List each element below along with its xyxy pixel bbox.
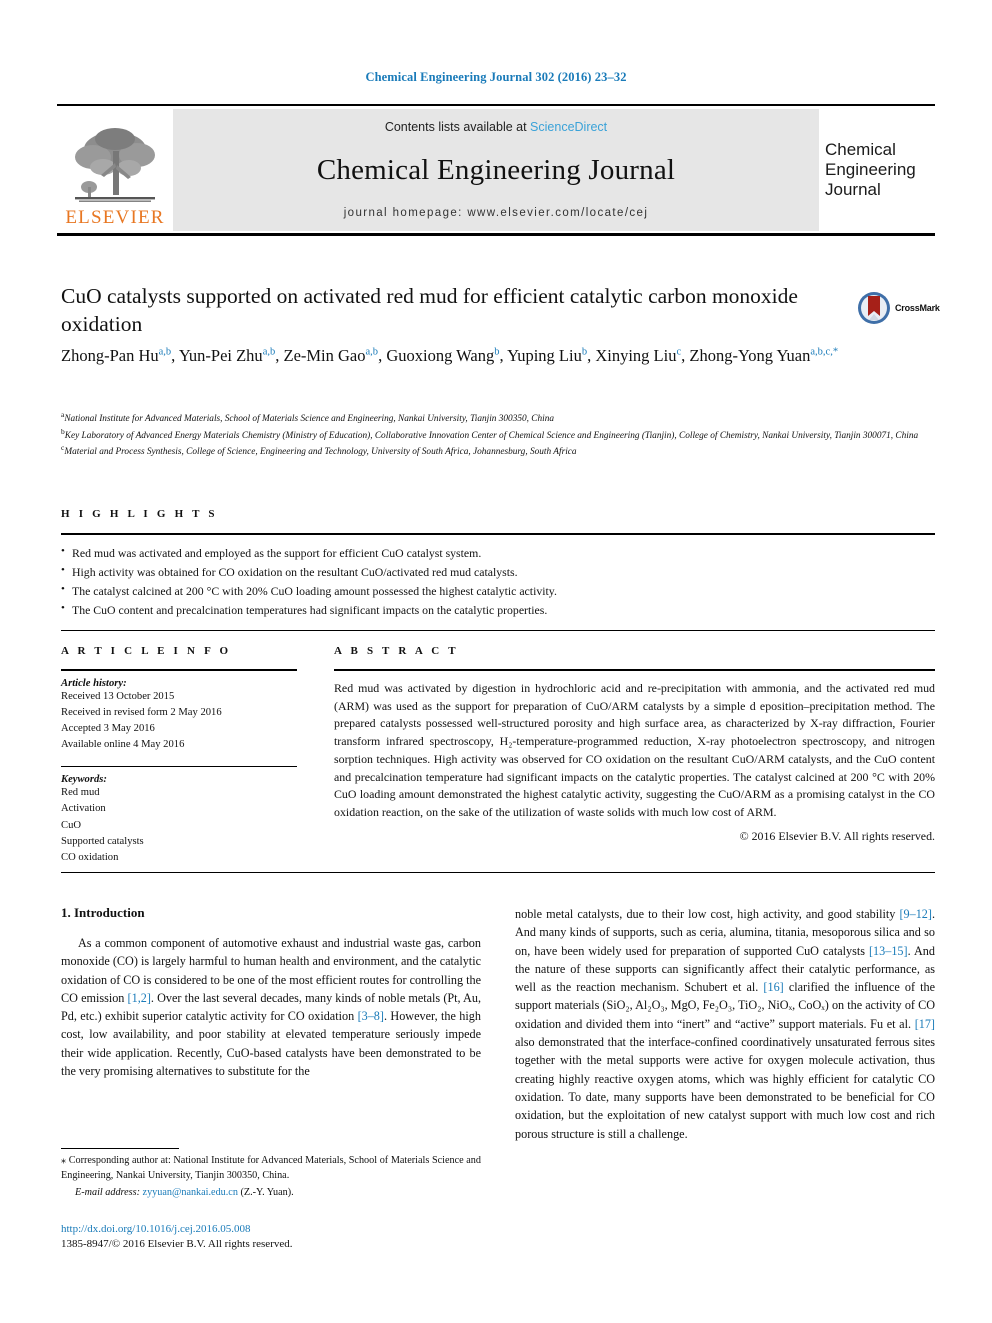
body-top-rule	[61, 872, 935, 873]
abstract-section: A B S T R A C T Red mud was activated by…	[334, 645, 935, 844]
author-name: Zhong-Yong Yuan	[689, 346, 811, 365]
author-affiliation-marker: c	[676, 346, 682, 358]
article-info-section: A R T I C L E I N F O Article history: R…	[61, 645, 297, 866]
author-name: Ze-Min Gao	[283, 346, 366, 365]
corresponding-author-note: ⁎ Corresponding author at: National Inst…	[61, 1155, 481, 1181]
affiliation-list: aNational Institute for Advanced Materia…	[61, 410, 941, 460]
highlight-item: The catalyst calcined at 200 °C with 20%…	[61, 581, 935, 601]
issn-copyright-line: 1385-8947/© 2016 Elsevier B.V. All right…	[61, 1238, 293, 1251]
citation-link[interactable]: [17]	[915, 1017, 935, 1031]
author-affiliation-marker: b	[581, 346, 588, 358]
article-history-item: Received 13 October 2015	[61, 691, 175, 702]
email-line: E-mail address: zyyuan@nankai.edu.cn (Z.…	[61, 1185, 481, 1200]
body-column-right: noble metal catalysts, due to their low …	[515, 905, 935, 1143]
crossmark-badge-group[interactable]: CrossMark	[857, 288, 953, 328]
doi-link[interactable]: http://dx.doi.org/10.1016/j.cej.2016.05.…	[61, 1222, 491, 1237]
keyword-item: Red mud	[61, 787, 100, 799]
abstract-label: A B S T R A C T	[334, 645, 459, 657]
affiliation-marker: b	[61, 426, 65, 436]
author-name: Yuping Liu	[507, 346, 582, 365]
contents-available-line: Contents lists available at ScienceDirec…	[385, 120, 607, 134]
author-name: Zhong-Pan Hu	[61, 346, 159, 365]
abstract-text: Red mud was activated by digestion in hy…	[334, 681, 935, 820]
masthead-bottom-rule	[57, 233, 935, 236]
contents-prefix: Contents lists available at	[384, 120, 531, 134]
author-affiliation-marker: a,b	[262, 346, 276, 358]
highlight-item: Red mud was activated and employed as th…	[61, 543, 935, 563]
affiliation-marker: a	[61, 410, 65, 419]
highlights-bottom-rule	[61, 630, 935, 632]
affiliation-marker: c	[61, 443, 65, 453]
elsevier-logo: ELSEVIER	[57, 109, 173, 231]
highlight-item: The CuO content and precalcination tempe…	[61, 600, 935, 620]
running-head: Chemical Engineering Journal 302 (2016) …	[365, 70, 627, 84]
keyword-item: Supported catalysts	[61, 835, 144, 847]
email-attribution: (Z.-Y. Yuan).	[237, 1186, 294, 1198]
article-history-item: Accepted 3 May 2016	[61, 723, 155, 735]
highlights-list: Red mud was activated and employed as th…	[61, 543, 935, 620]
author-affiliation-marker: a,b	[158, 346, 172, 358]
keywords-label: Keywords:	[61, 774, 107, 786]
section-heading-introduction: 1. Introduction	[61, 905, 145, 920]
cover-line-2: Engineering	[825, 160, 916, 180]
affiliation-item: bKey Laboratory of Advanced Energy Mater…	[61, 426, 919, 441]
elsevier-wordmark: ELSEVIER	[65, 207, 165, 228]
keywords-divider	[61, 766, 297, 768]
highlights-label: H I G H L I G H T S	[61, 508, 218, 520]
author-affiliation-marker: a,b	[365, 346, 379, 358]
highlights-top-rule	[61, 533, 935, 535]
abstract-rule	[334, 669, 935, 671]
keywords-list: Red mud Activation CuO Supported catalysts C…	[61, 785, 297, 865]
journal-title: Chemical Engineering Journal	[316, 154, 676, 186]
abstract-copyright: © 2016 Elsevier B.V. All rights reserved…	[739, 828, 935, 843]
author-affiliation-marker: a,b,c,*	[810, 346, 839, 358]
masthead-top-rule	[57, 104, 935, 106]
affiliation-item: cMaterial and Process Synthesis, College…	[61, 443, 577, 458]
article-history-item: Received in revised form 2 May 2016	[61, 707, 222, 719]
cover-line-3: Journal	[825, 179, 881, 199]
cover-line-1: Chemical	[825, 140, 896, 160]
citation-link[interactable]: [1,2]	[128, 991, 151, 1005]
email-link[interactable]: zyyuan@nankai.edu.cn	[143, 1187, 238, 1198]
journal-homepage-link[interactable]: journal homepage: www.elsevier.com/locat…	[344, 207, 649, 219]
email-label: E-mail address:	[75, 1186, 140, 1198]
affiliation-item: aNational Institute for Advanced Materia…	[61, 410, 555, 425]
body-column-left: 1. Introduction As a common component of…	[61, 905, 481, 1080]
author-name: Yun-Pei Zhu	[178, 346, 263, 365]
article-info-rule	[61, 669, 297, 671]
journal-cover-thumbnail: Chemical Engineering Journal	[819, 109, 935, 231]
crossmark-label: CrossMark	[895, 303, 940, 313]
author-name: Guoxiong Wang	[386, 346, 495, 365]
page-title: CuO catalysts supported on activated red…	[61, 284, 798, 336]
cover-title-text: Chemical Engineering Journal	[825, 140, 916, 199]
keyword-item: CuO	[61, 819, 82, 831]
sciencedirect-link[interactable]: ScienceDirect	[530, 120, 607, 134]
crossmark-icon	[858, 292, 890, 324]
article-history-list: Received 13 October 2015 Received in revi…	[61, 689, 297, 753]
highlights-section: H I G H L I G H T S Red mud was activate…	[61, 508, 935, 632]
keyword-item: Activation	[61, 803, 106, 815]
masthead-band: Contents lists available at ScienceDirec…	[173, 109, 819, 231]
keyword-item: CO oxidation	[61, 851, 119, 863]
citation-link[interactable]: [13–15]	[869, 944, 908, 958]
article-history-label: Article history:	[61, 678, 127, 689]
citation-link[interactable]: [16]	[763, 980, 783, 994]
doi-block: http://dx.doi.org/10.1016/j.cej.2016.05.…	[61, 1222, 491, 1253]
paper-page: Chemical Engineering Journal 302 (2016) …	[0, 0, 992, 1323]
footnote-block: ⁎ Corresponding author at: National Inst…	[61, 1148, 481, 1200]
highlight-item: High activity was obtained for CO oxidat…	[61, 562, 935, 582]
title-block: CuO catalysts supported on activated red…	[61, 283, 851, 339]
author-affiliation-marker: b	[494, 346, 500, 358]
elsevier-tree-icon	[75, 128, 155, 202]
article-info-label: A R T I C L E I N F O	[61, 645, 232, 657]
article-history-item: Available online 4 May 2016	[61, 739, 185, 751]
citation-link[interactable]: [3–8]	[358, 1009, 384, 1023]
journal-masthead: ELSEVIER Contents lists available at Sci…	[57, 109, 935, 231]
citation-link[interactable]: [9–12]	[899, 907, 932, 921]
author-name: Xinying Liu	[595, 346, 677, 365]
footnote-rule	[61, 1148, 179, 1149]
intro-paragraph-right: noble metal catalysts, due to their low …	[515, 907, 935, 1141]
author-list: Zhong-Pan Hua,b, Yun-Pei Zhua,b, Ze-Min …	[61, 346, 839, 365]
intro-paragraph-left: As a common component of automotive exha…	[61, 936, 481, 1079]
